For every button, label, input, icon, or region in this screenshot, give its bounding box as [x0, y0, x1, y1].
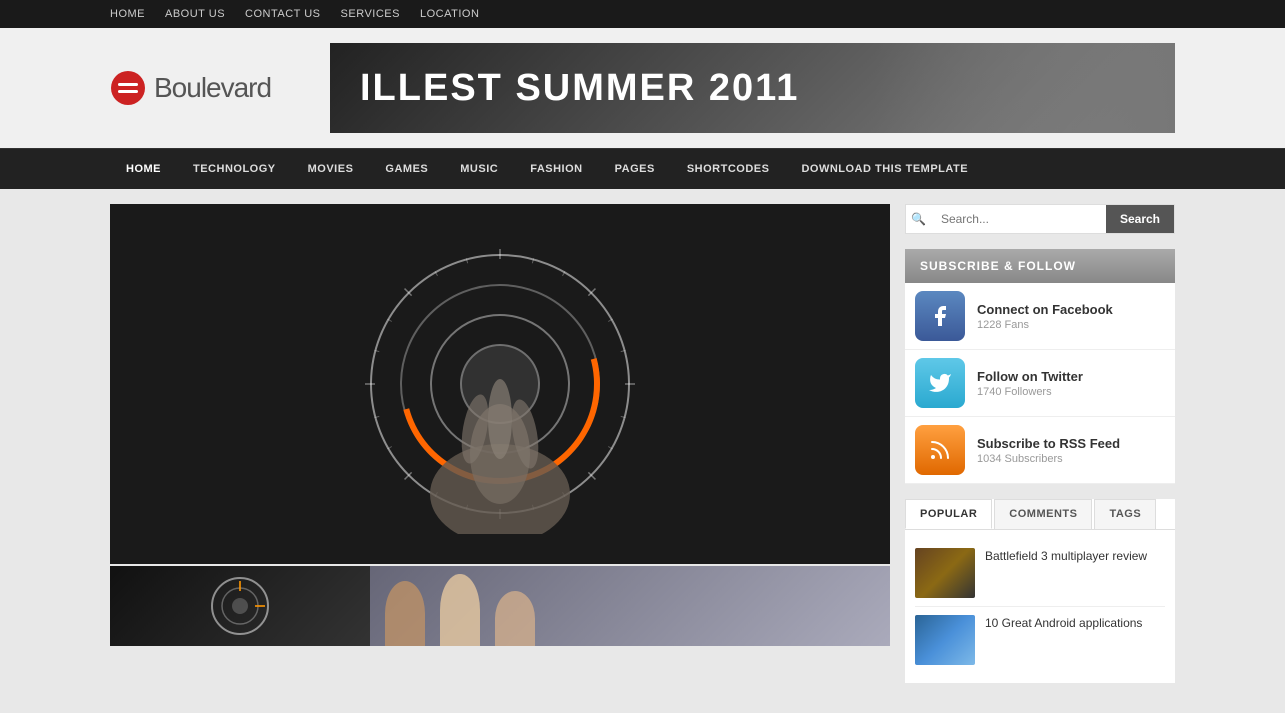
sidebar: 🔍 Search SUBSCRIBE & FOLLOW Connect on F…: [905, 204, 1175, 698]
twitter-icon: [915, 358, 965, 408]
main-nav-links: HOME TECHNOLOGY MOVIES GAMES MUSIC FASHI…: [100, 149, 1185, 189]
tabs-header: POPULAR COMMENTS TAGS: [905, 499, 1175, 530]
topnav-about[interactable]: ABOUT US: [165, 8, 225, 20]
secondary-left-image: [110, 566, 370, 646]
hero-image: [110, 204, 890, 564]
search-magnifier-icon: 🔍: [906, 205, 931, 233]
facebook-title: Connect on Facebook: [977, 302, 1165, 317]
secondary-images: [110, 566, 890, 646]
person-figure-3: [495, 591, 535, 646]
article-item-android[interactable]: 10 Great Android applications: [915, 607, 1165, 673]
logo-icon: [110, 70, 146, 106]
twitter-count: 1740 Followers: [977, 386, 1165, 398]
topnav-location[interactable]: LOCATION: [420, 8, 479, 20]
tab-comments[interactable]: COMMENTS: [994, 499, 1092, 529]
tab-tags[interactable]: TAGS: [1094, 499, 1156, 529]
logo-text: Boulevard: [154, 72, 271, 104]
rss-count: 1034 Subscribers: [977, 453, 1165, 465]
banner-area: ILLEST SUMMER 2011: [330, 43, 1175, 133]
tabs-section: POPULAR COMMENTS TAGS Battlefield 3 mult…: [905, 499, 1175, 683]
thumb-bf3-image: [915, 548, 975, 598]
rss-info: Subscribe to RSS Feed 1034 Subscribers: [977, 436, 1165, 465]
facebook-count: 1228 Fans: [977, 319, 1165, 331]
mainnav-movies[interactable]: MOVIES: [292, 149, 370, 189]
header: Boulevard ILLEST SUMMER 2011: [100, 28, 1185, 148]
mainnav-home[interactable]: HOME: [110, 149, 177, 189]
tab-popular[interactable]: POPULAR: [905, 499, 992, 529]
person-figure-1: [385, 581, 425, 646]
mainnav-fashion[interactable]: FASHION: [514, 149, 598, 189]
mainnav-music[interactable]: MUSIC: [444, 149, 514, 189]
mainnav-shortcodes[interactable]: SHORTCODES: [671, 149, 786, 189]
search-input[interactable]: [931, 205, 1106, 233]
article-thumb-bf3: [915, 548, 975, 598]
main-content: [110, 204, 890, 698]
twitter-title: Follow on Twitter: [977, 369, 1165, 384]
rss-svg: [928, 438, 952, 462]
banner-headline: ILLEST SUMMER 2011: [360, 67, 799, 110]
logo-area: Boulevard: [110, 70, 310, 106]
article-title-android: 10 Great Android applications: [985, 615, 1142, 665]
twitter-info: Follow on Twitter 1740 Followers: [977, 369, 1165, 398]
rss-subscribe-item[interactable]: Subscribe to RSS Feed 1034 Subscribers: [905, 417, 1175, 484]
subscribe-section: SUBSCRIBE & FOLLOW Connect on Facebook 1…: [905, 249, 1175, 484]
mainnav-pages[interactable]: PAGES: [599, 149, 671, 189]
facebook-info: Connect on Facebook 1228 Fans: [977, 302, 1165, 331]
rss-icon: [915, 425, 965, 475]
mainnav-download[interactable]: DOWNLOAD THIS TEMPLATE: [785, 149, 984, 189]
article-thumb-android: [915, 615, 975, 665]
top-bar: HOME ABOUT US CONTACT US SERVICES LOCATI…: [0, 0, 1285, 28]
twitter-subscribe-item[interactable]: Follow on Twitter 1740 Followers: [905, 350, 1175, 417]
mini-tech-icon: [210, 576, 270, 636]
topnav-services[interactable]: SERVICES: [341, 8, 400, 20]
article-title-bf3: Battlefield 3 multiplayer review: [985, 548, 1147, 598]
facebook-subscribe-item[interactable]: Connect on Facebook 1228 Fans: [905, 283, 1175, 350]
secondary-right-image: [370, 566, 890, 646]
article-item[interactable]: Battlefield 3 multiplayer review: [915, 540, 1165, 607]
rss-title: Subscribe to RSS Feed: [977, 436, 1165, 451]
thumb-android-image: [915, 615, 975, 665]
content-wrapper: 🔍 Search SUBSCRIBE & FOLLOW Connect on F…: [100, 204, 1185, 698]
person-figure-2: [440, 574, 480, 646]
top-nav: HOME ABOUT US CONTACT US SERVICES LOCATI…: [100, 8, 1185, 20]
main-nav: HOME TECHNOLOGY MOVIES GAMES MUSIC FASHI…: [0, 148, 1285, 189]
twitter-svg: [928, 371, 952, 395]
facebook-icon: [915, 291, 965, 341]
facebook-svg: [928, 304, 952, 328]
mainnav-games[interactable]: GAMES: [369, 149, 444, 189]
subscribe-header: SUBSCRIBE & FOLLOW: [905, 249, 1175, 283]
tab-content: Battlefield 3 multiplayer review 10 Grea…: [905, 530, 1175, 683]
mainnav-technology[interactable]: TECHNOLOGY: [177, 149, 292, 189]
banner-overlay: [875, 43, 1175, 133]
topnav-contact[interactable]: CONTACT US: [245, 8, 321, 20]
topnav-home[interactable]: HOME: [110, 8, 145, 20]
search-box: 🔍 Search: [905, 204, 1175, 234]
search-button[interactable]: Search: [1106, 205, 1174, 233]
hand-silhouette-svg: [410, 334, 590, 534]
hero-graphic: [350, 234, 650, 534]
